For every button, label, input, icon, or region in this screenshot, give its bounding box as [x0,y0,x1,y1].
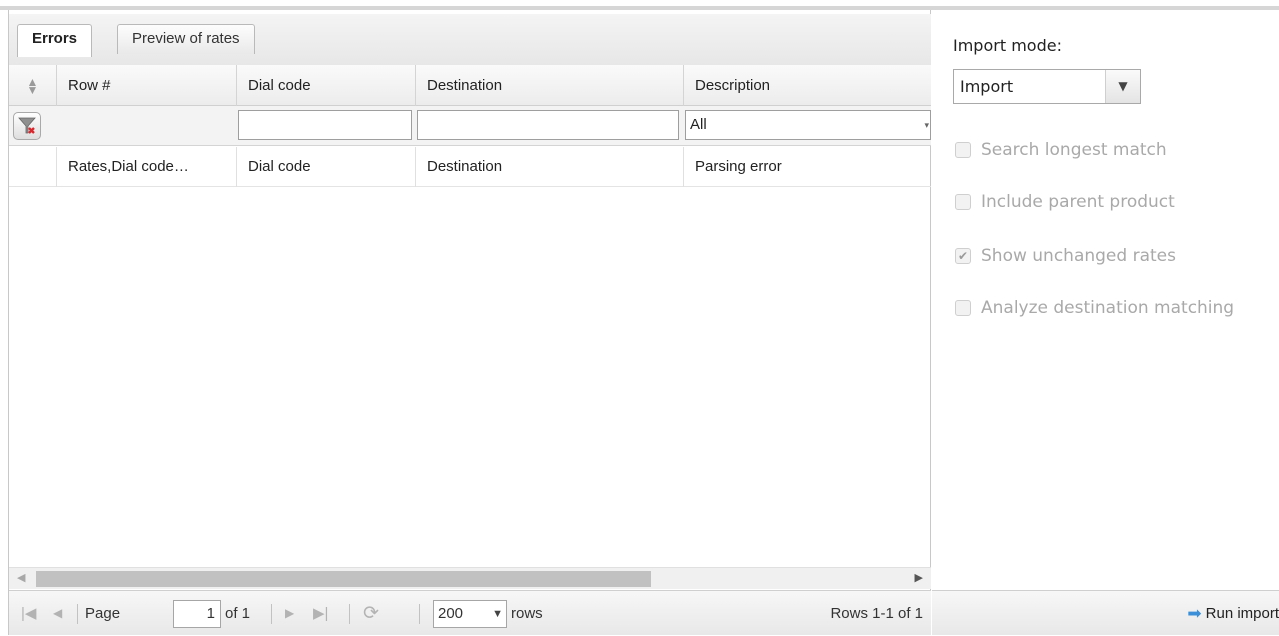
rows-per-page-select[interactable]: 200 ▼ [433,600,507,628]
dial-code-filter-input[interactable] [238,110,412,140]
destination-filter-input[interactable] [417,110,679,140]
search-longest-match-label: Search longest match [981,140,1167,160]
tab-bar: Errors Preview of rates [9,14,931,70]
search-longest-match-checkbox[interactable] [955,142,971,158]
tab-preview-of-rates[interactable]: Preview of rates [117,24,255,54]
analyze-destination-matching-checkbox[interactable] [955,300,971,316]
horizontal-scrollbar[interactable]: ◀ ▶ [9,567,931,589]
clear-filter-icon [18,117,36,134]
page-number-input[interactable]: 1 [173,600,221,628]
scroll-left-icon[interactable]: ◀ [17,571,25,584]
cell-description: Parsing error [695,158,782,175]
import-mode-select[interactable]: Import ▼ [953,69,1141,104]
pager-separator [271,604,272,624]
pager: |◀ ◀ Page 1 of 1 ▶ ▶| ⟳ 200 ▼ rows Rows … [9,590,931,635]
description-filter-select[interactable]: All ▾ [685,110,931,140]
page-count: of 1 [225,605,251,622]
run-import-button[interactable]: ➡ Run import [1187,591,1279,636]
cell-destination: Destination [416,147,684,187]
include-parent-product-label: Include parent product [981,192,1175,212]
import-mode-label: Import mode: [953,36,1062,55]
pager-separator [419,604,420,624]
chevron-down-icon: ▾ [924,120,929,130]
first-page-icon[interactable]: |◀ [21,591,36,636]
cell-row-number: Rates,Dial code… [57,147,237,187]
refresh-icon[interactable]: ⟳ [363,591,379,636]
grid-header: ▲ ▼ Row # Dial code Destination Descripti… [9,65,931,106]
show-unchanged-rates-label: Show unchanged rates [981,246,1176,266]
show-unchanged-rates-checkbox[interactable]: ✔ [955,248,971,264]
last-page-icon[interactable]: ▶| [313,591,328,636]
rows-label: rows [511,605,543,622]
arrow-right-icon: ➡ [1187,604,1202,623]
pager-separator [349,604,350,624]
tab-errors[interactable]: Errors [17,24,93,57]
import-footer: ➡ Run import [932,590,1279,635]
import-options-panel: Import mode: Import ▼ Search longest mat… [932,10,1279,635]
analyze-destination-matching-label: Analyze destination matching [981,298,1235,318]
prev-page-icon[interactable]: ◀ [53,591,62,636]
run-import-label: Run import [1205,605,1279,622]
include-parent-product-checkbox[interactable] [955,194,971,210]
row-indicator-cell [9,147,57,187]
show-unchanged-rates-option[interactable]: ✔ Show unchanged rates [955,246,1176,266]
column-header-row-number[interactable]: Row # [57,65,237,106]
import-mode-value: Import [960,77,1014,96]
rows-per-page-value: 200 [438,605,464,622]
search-longest-match-option[interactable]: Search longest match [955,140,1167,160]
table-row[interactable]: Rates,Dial code… Dial code Destination P… [9,147,931,187]
page-label: Page [85,605,121,622]
cell-dial-code: Dial code [237,147,416,187]
filter-row: All ▾ [9,106,931,146]
grid-panel: Errors Preview of rates ▲ ▼ Row # Dial co… [8,10,931,635]
scroll-right-icon[interactable]: ▶ [915,571,923,584]
include-parent-product-option[interactable]: Include parent product [955,192,1175,212]
description-filter-value: All [690,116,707,133]
next-page-icon[interactable]: ▶ [285,591,294,636]
chevron-down-icon: ▼ [492,608,503,620]
sort-icon[interactable]: ▲ ▼ [9,65,57,106]
chevron-down-icon: ▼ [1105,70,1140,103]
scrollbar-thumb[interactable] [36,571,651,587]
rows-summary: Rows 1-1 of 1 [830,605,923,622]
column-header-destination[interactable]: Destination [416,65,684,106]
clear-filter-button[interactable] [13,112,41,140]
column-header-description[interactable]: Description [684,65,931,106]
column-header-dial-code[interactable]: Dial code [237,65,416,106]
pager-separator [77,604,78,624]
top-border [0,0,1279,10]
analyze-destination-matching-option[interactable]: Analyze destination matching [955,298,1234,318]
